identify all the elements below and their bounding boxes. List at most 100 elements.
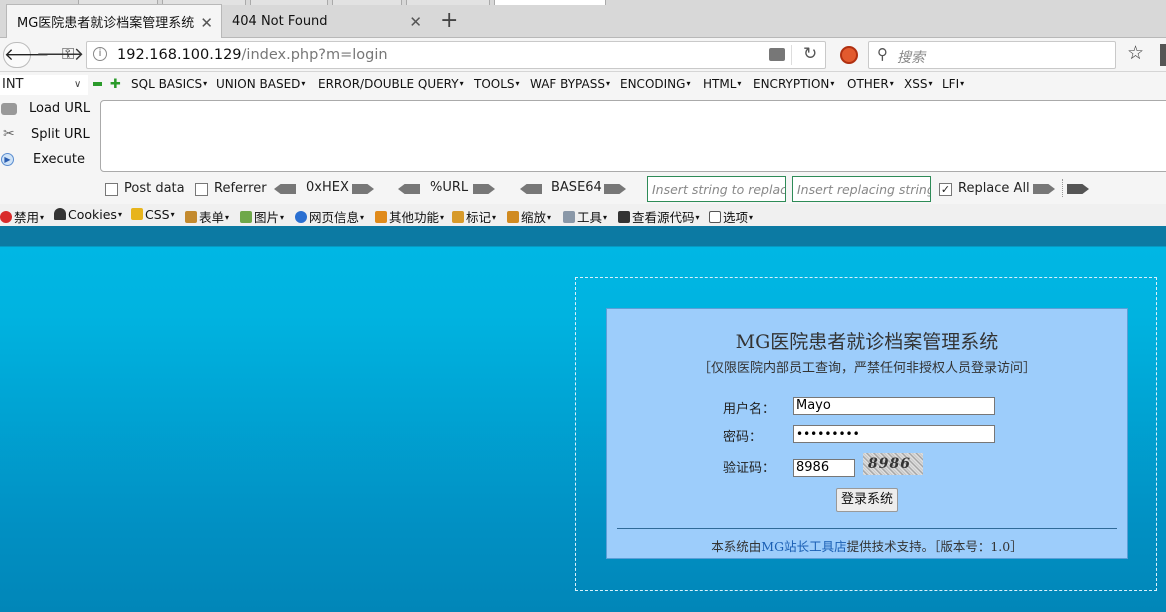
tab-title: MG医院患者就诊档案管理系统 [17, 16, 195, 31]
footer-link[interactable]: MG站长工具店 [761, 539, 846, 554]
info-icon[interactable]: i [93, 47, 107, 61]
replace-reverse-button[interactable] [1067, 184, 1089, 194]
username-field[interactable]: Mayo [793, 397, 995, 415]
options-icon [709, 211, 721, 223]
wd-cookies[interactable]: Cookies [54, 207, 122, 222]
hex-label: 0xHEX [306, 180, 349, 195]
reader-view-icon[interactable] [769, 48, 785, 61]
wd-outline[interactable]: 标记 [452, 207, 496, 226]
replace-string-input[interactable]: Insert string to replace [647, 176, 786, 202]
chevron-down-icon: ∨ [74, 79, 82, 90]
wd-disable-label: 禁用 [14, 210, 40, 225]
menu-other[interactable]: OTHER [847, 77, 894, 91]
menu-sql-basics[interactable]: SQL BASICS [131, 77, 207, 91]
url-decode-button[interactable] [398, 184, 420, 194]
password-label: 密码： [723, 430, 763, 445]
wd-resize[interactable]: 缩放 [507, 207, 551, 226]
replacing-string-input[interactable]: Insert replacing string [792, 176, 931, 202]
menu-lfi[interactable]: LFI [942, 77, 964, 91]
split-url-label: Split URL [31, 127, 90, 142]
footer-text: 本系统由MG站长工具店提供技术支持。［版本号：1.0］ [607, 536, 1127, 555]
toolbar-overflow-edge[interactable] [1160, 44, 1166, 66]
replace-all-label: Replace All [958, 181, 1030, 196]
wd-misc[interactable]: 其他功能 [375, 207, 444, 226]
tab-404[interactable]: 404 Not Found ✕ [222, 4, 430, 38]
hex-encode-button[interactable] [352, 184, 374, 194]
image-icon [240, 211, 252, 223]
menu-encoding[interactable]: ENCODING [620, 77, 690, 91]
toolbar-separator [1062, 179, 1063, 197]
hex-decode-button[interactable] [274, 184, 296, 194]
wd-tools-label: 工具 [577, 210, 603, 225]
info-icon [295, 211, 307, 223]
hackbar-url-textarea[interactable] [100, 100, 1166, 172]
base64-decode-button[interactable] [520, 184, 542, 194]
menu-html[interactable]: HTML [703, 77, 741, 91]
search-placeholder: 搜索 [897, 50, 925, 66]
wd-options[interactable]: 选项 [709, 207, 753, 226]
post-data-label: Post data [124, 181, 185, 196]
url-text[interactable]: 192.168.100.129/index.php?m=login [117, 47, 388, 63]
load-url-label: Load URL [29, 101, 91, 116]
base64-label: BASE64 [551, 180, 602, 195]
wrench-icon [563, 211, 575, 223]
menu-error-double-query[interactable]: ERROR/DOUBLE QUERY [318, 77, 464, 91]
clipboard-icon [185, 211, 197, 223]
menu-waf-bypass[interactable]: WAF BYPASS [530, 77, 610, 91]
menu-encryption[interactable]: ENCRYPTION [753, 77, 834, 91]
new-tab-button[interactable]: + [440, 8, 458, 33]
blocked-addon-icon[interactable] [840, 46, 858, 64]
referrer-checkbox[interactable] [195, 183, 208, 196]
page-content: MG医院患者就诊档案管理系统 ［仅限医院内部员工查询，严禁任何非授权人员登录访问… [0, 226, 1166, 612]
wd-disable[interactable]: 禁用 [0, 207, 44, 226]
captcha-image[interactable]: 8986 [863, 453, 923, 475]
tab-title: 404 Not Found [232, 13, 328, 29]
hackbar-key-icon[interactable]: ⚿ [62, 45, 74, 63]
play-icon: ▶ [1, 153, 14, 166]
reload-icon[interactable]: ↻ [803, 44, 817, 64]
web-developer-toolbar: 禁用 Cookies CSS 表单 图片 网页信息 其他功能 标记 缩放 工具 … [0, 204, 1166, 226]
wd-cookies-label: Cookies [68, 207, 117, 222]
password-field[interactable]: ••••••••• [793, 425, 995, 443]
captcha-field[interactable]: 8986 [793, 459, 855, 477]
wd-images[interactable]: 图片 [240, 207, 284, 226]
execute-label: Execute [33, 152, 85, 167]
navigation-bar: 🡐 🡒 ⚿ i 192.168.100.129/index.php?m=logi… [0, 38, 1166, 72]
wd-options-label: 选项 [723, 210, 749, 225]
wd-outline-label: 标记 [466, 210, 492, 225]
wd-page-info[interactable]: 网页信息 [295, 207, 364, 226]
wd-forms-label: 表单 [199, 210, 225, 225]
wd-images-label: 图片 [254, 210, 280, 225]
wd-css[interactable]: CSS [131, 207, 175, 222]
forward-button[interactable]: 🡒 [36, 46, 84, 64]
url-bar[interactable]: i 192.168.100.129/index.php?m=login ↻ [86, 41, 826, 69]
menu-union-based[interactable]: UNION BASED [216, 77, 305, 91]
bookmark-star-icon[interactable]: ☆ [1127, 44, 1144, 63]
post-data-checkbox[interactable] [105, 183, 118, 196]
menu-xss[interactable]: XSS [904, 77, 932, 91]
base64-encode-button[interactable] [604, 184, 626, 194]
replace-all-checkbox[interactable]: ✓ [939, 183, 952, 196]
login-button[interactable]: 登录系统 [836, 488, 898, 512]
hackbar: INT ∨ ✚ SQL BASICS UNION BASED ERROR/DOU… [0, 72, 1166, 204]
tab-login[interactable]: MG医院患者就诊档案管理系统 ✕ [6, 4, 222, 38]
close-icon[interactable]: ✕ [409, 13, 422, 31]
url-encode-button[interactable] [473, 184, 495, 194]
plus-icon[interactable]: ✚ [110, 77, 121, 92]
replace-apply-button[interactable] [1033, 184, 1055, 194]
wd-tools[interactable]: 工具 [563, 207, 607, 226]
ruler-icon [507, 211, 519, 223]
back-button[interactable]: 🡐 [3, 42, 50, 68]
search-box[interactable]: ⚲ 搜索 [868, 41, 1116, 69]
scissors-icon: ✂ [3, 126, 15, 142]
minus-icon[interactable] [93, 82, 102, 86]
wd-page-info-label: 网页信息 [309, 210, 360, 225]
login-panel: MG医院患者就诊档案管理系统 ［仅限医院内部员工查询，严禁任何非授权人员登录访问… [606, 308, 1128, 559]
type-select[interactable]: INT ∨ [0, 75, 88, 95]
background-tab-edge [494, 0, 606, 5]
load-icon [1, 103, 17, 115]
wd-view-source[interactable]: 查看源代码 [618, 207, 700, 226]
close-icon[interactable]: ✕ [200, 14, 213, 32]
wd-forms[interactable]: 表单 [185, 207, 229, 226]
menu-tools[interactable]: TOOLS [474, 77, 520, 91]
